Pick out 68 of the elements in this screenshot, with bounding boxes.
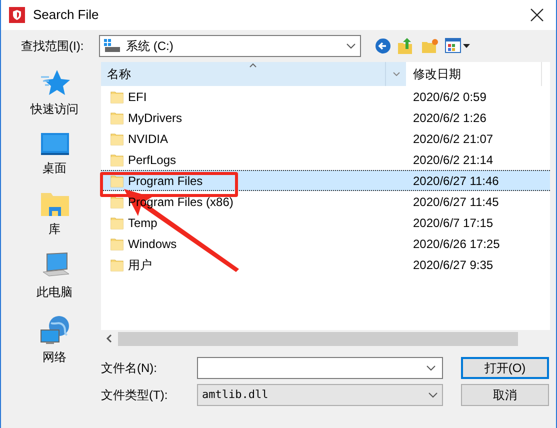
network-icon [38,315,70,345]
file-row[interactable]: Windows 2020/6/26 17:25 [101,233,550,254]
folder-icon [110,194,124,208]
date-cell-text: 2020/6/27 11:46 [412,172,499,190]
back-icon[interactable] [375,38,391,54]
up-folder-icon[interactable] [397,37,415,55]
file-row[interactable]: PerfLogs 2020/6/2 21:14 [101,149,550,170]
folder-icon [110,132,124,146]
library-folder-icon [40,191,70,217]
folder-icon [110,110,124,124]
date-cell-text: 2020/6/2 21:14 [412,152,494,168]
chevron-down-icon [428,392,438,398]
file-row[interactable]: NVIDIA 2020/6/2 21:07 [101,128,550,149]
monitor-icon [40,132,70,156]
file-row[interactable]: Program Files 2020/6/27 11:46 [101,170,550,191]
folder-icon [110,90,124,104]
file-name-label: 文件名(N): [101,360,158,377]
date-cell-text: 2020/6/27 11:45 [412,194,499,210]
close-icon[interactable] [530,8,544,22]
file-name: Windows [128,236,177,252]
chevron-down-icon [346,43,356,49]
chevron-down-icon [392,72,400,76]
file-row[interactable]: 用户 2020/6/27 9:35 [101,254,550,275]
file-type-dropdown[interactable]: amtlib.dll [197,384,443,406]
folder-icon [110,258,124,272]
column-header[interactable]: 修改日期 [406,62,542,86]
date-cell-text: 2020/6/2 1:26 [412,110,486,126]
date-cell-text: 2020/6/27 9:35 [412,256,494,274]
file-name: EFI [128,88,147,106]
cancel-button[interactable]: 取消 [461,384,549,406]
file-name: MyDrivers [128,110,182,126]
star-icon [40,69,70,97]
shield-icon [9,7,25,23]
new-folder-icon[interactable] [421,38,439,54]
look-in-value: 系统 (C:) [126,38,174,55]
drive-icon [104,39,120,53]
sidebar-item[interactable]: 桌面 [42,159,66,177]
file-row[interactable]: MyDrivers 2020/6/2 1:26 [101,107,550,128]
folder-icon [110,152,124,166]
date-cell-text: 2020/6/2 21:07 [412,130,494,148]
sidebar-item[interactable]: 此电脑 [36,283,72,301]
folder-icon [110,216,124,230]
scrollbar-thumb[interactable] [118,332,518,346]
sort-caret-icon [249,63,257,68]
date-cell-text: 2020/6/2 0:59 [412,88,486,106]
look-in-dropdown[interactable]: 系统 (C:) [99,35,361,57]
date-cell-text: 2020/6/26 17:25 [412,236,500,252]
sidebar-item[interactable]: 网络 [42,348,66,366]
window-title: Search File [33,6,100,24]
sidebar-item[interactable]: 库 [48,220,60,238]
file-row[interactable]: EFI 2020/6/2 0:59 [101,86,550,107]
folder-icon [110,236,124,250]
file-name: Temp [128,214,158,232]
sidebar-item[interactable]: 快速访问 [30,100,78,118]
file-name-input[interactable] [197,357,443,379]
file-name: NVIDIA [128,130,168,148]
file-type-label: 文件类型(T): [101,387,169,404]
column-header[interactable]: 名称 [101,62,386,86]
file-name: PerfLogs [128,152,176,168]
file-name: Program Files [128,172,203,190]
look-in-label: 查找范围(I): [21,38,85,55]
view-menu-icon[interactable] [445,38,471,54]
file-name: 用户 [128,256,152,274]
chevron-down-icon [426,365,436,371]
folder-icon [110,174,124,188]
open-button[interactable]: 打开(O) [461,357,549,379]
date-cell-text: 2020/6/7 17:15 [412,214,494,232]
file-row[interactable]: Temp 2020/6/7 17:15 [101,212,550,233]
